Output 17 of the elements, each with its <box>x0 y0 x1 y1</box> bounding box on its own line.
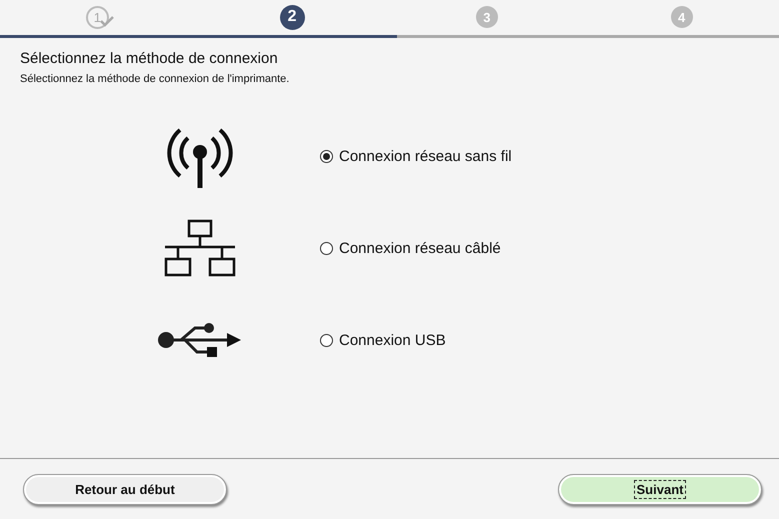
radio-button[interactable] <box>320 150 333 162</box>
step-number: 2 <box>280 4 305 30</box>
page-subtitle: Sélectionnez la méthode de connexion de l'imprimante. <box>20 73 290 85</box>
network-icon <box>164 219 236 277</box>
option-label[interactable]: Connexion réseau câblé <box>339 240 501 256</box>
option-label[interactable]: Connexion réseau sans fil <box>339 148 512 164</box>
step-number: 4 <box>670 6 693 28</box>
next-button[interactable]: Suivant <box>558 474 762 504</box>
step-number: 3 <box>476 6 498 28</box>
back-button[interactable]: Retour au début <box>23 474 227 504</box>
page-title: Sélectionnez la méthode de connexion <box>20 50 279 67</box>
check-icon <box>100 14 114 26</box>
radio-button[interactable] <box>320 242 333 254</box>
step-number: 1 <box>86 6 109 28</box>
usb-icon <box>157 322 243 358</box>
radio-button[interactable] <box>320 334 333 346</box>
option-label[interactable]: Connexion USB <box>339 332 446 348</box>
